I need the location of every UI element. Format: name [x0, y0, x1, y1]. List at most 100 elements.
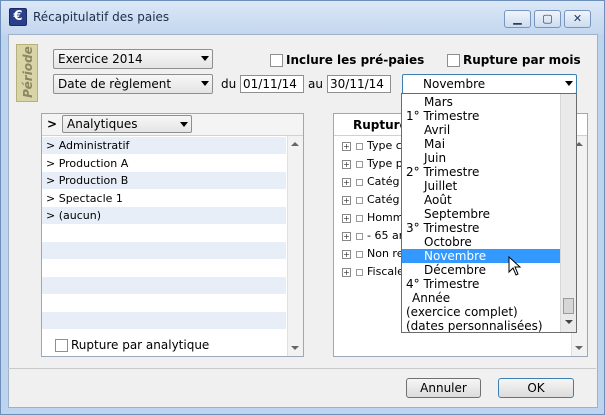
rupture-analytique-label: Rupture par analytique: [71, 338, 210, 352]
period-option[interactable]: 2° Trimestre: [402, 165, 560, 179]
period-option[interactable]: Novembre: [402, 249, 560, 263]
rupture-tree-item[interactable]: + Type c: [342, 137, 402, 155]
empty-row: [42, 277, 286, 294]
period-option[interactable]: Août: [402, 193, 560, 207]
analytique-item[interactable]: > (aucun): [42, 207, 286, 224]
close-icon: ✕: [572, 12, 583, 25]
chevron-down-icon: [201, 56, 209, 61]
empty-row: [42, 312, 286, 329]
rupture-tree-item[interactable]: + Fiscale: [342, 263, 404, 281]
dropdown-scrollbar[interactable]: [560, 94, 576, 332]
period-option[interactable]: (dates personnalisées): [402, 319, 560, 332]
maximize-icon: ▢: [542, 12, 553, 25]
expand-plus-icon[interactable]: +: [342, 249, 351, 259]
scroll-up-icon: [291, 142, 299, 146]
checkbox-icon[interactable]: [356, 196, 363, 204]
expand-plus-icon[interactable]: +: [342, 177, 351, 187]
period-option[interactable]: Avril: [402, 123, 560, 137]
period-option[interactable]: Septembre: [402, 207, 560, 221]
chevron-down-icon: [201, 81, 209, 86]
analytiques-panel: > Analytiques > Administratif > Productio…: [41, 113, 304, 357]
inclure-prepaies-checkbox[interactable]: [270, 54, 283, 67]
date-type-select[interactable]: Date de règlement: [53, 74, 213, 94]
rupture-tree-item[interactable]: + Type p: [342, 155, 403, 173]
checkbox-icon[interactable]: [356, 142, 363, 150]
rupture-analytique-checkbox[interactable]: [55, 339, 68, 352]
scroll-down-icon: [565, 320, 573, 324]
close-button[interactable]: ✕: [564, 10, 591, 28]
app-icon: €: [9, 8, 27, 26]
period-option[interactable]: Décembre: [402, 263, 560, 277]
rupture-tree-item[interactable]: + Catég: [342, 173, 399, 191]
rupture-mois-checkbox[interactable]: [447, 54, 460, 67]
date-type-value: Date de règlement: [58, 77, 172, 91]
rupture-tree-label: Fiscale: [367, 265, 404, 278]
period-option[interactable]: Octobre: [402, 235, 560, 249]
maximize-button[interactable]: ▢: [534, 10, 561, 28]
analytique-item[interactable]: > Production A: [42, 155, 286, 172]
checkbox-icon[interactable]: [356, 178, 363, 186]
rupture-tree-label: Type p: [367, 157, 403, 170]
chevron-down-icon: [180, 122, 188, 127]
rupture-tree-item[interactable]: + Catég: [342, 191, 399, 209]
du-label: du: [221, 77, 237, 91]
period-option[interactable]: 3° Trimestre: [402, 221, 560, 235]
rupture-mois-label: Rupture par mois: [463, 53, 581, 67]
analytique-item[interactable]: > Spectacle 1: [42, 190, 286, 207]
analytiques-select[interactable]: Analytiques: [62, 115, 192, 133]
period-option[interactable]: Juin: [402, 151, 560, 165]
period-option[interactable]: Juillet: [402, 179, 560, 193]
analytiques-scrollbar[interactable]: [287, 136, 303, 356]
au-label: au: [308, 77, 323, 91]
cancel-button[interactable]: Annuler: [406, 378, 481, 398]
analytique-item[interactable]: > Administratif: [42, 137, 286, 154]
analytiques-header: > Analytiques: [42, 114, 303, 136]
chevron-down-icon: [565, 81, 573, 86]
divider: [8, 368, 596, 369]
empty-row: [42, 242, 286, 259]
expand-plus-icon[interactable]: +: [342, 213, 351, 223]
period-select-value: Novembre: [423, 77, 486, 91]
rupture-tree-item[interactable]: + Non re: [342, 245, 403, 263]
minimize-button[interactable]: ▁: [504, 10, 531, 28]
period-option[interactable]: 4° Trimestre: [402, 277, 560, 291]
scroll-down-icon: [575, 346, 583, 350]
empty-row: [42, 295, 286, 312]
analytiques-select-value: Analytiques: [67, 117, 138, 131]
exercice-value: Exercice 2014: [58, 52, 143, 66]
date-to-input[interactable]: 30/11/14: [327, 75, 391, 93]
minimize-icon: ▁: [513, 12, 522, 25]
scroll-thumb[interactable]: [563, 298, 574, 314]
period-dropdown-list: Mars 1° Trimestre Avril Mai Juin 2° Trimestre…: [401, 93, 577, 333]
expand-plus-icon[interactable]: +: [342, 267, 351, 277]
empty-row: [42, 260, 286, 277]
expand-plus-icon[interactable]: +: [342, 141, 351, 151]
checkbox-icon[interactable]: [356, 214, 363, 222]
periode-label: Période: [16, 44, 38, 102]
scroll-down-icon: [291, 346, 299, 350]
analytique-item[interactable]: > Production B: [42, 172, 286, 189]
expand-plus-icon[interactable]: +: [342, 231, 351, 241]
rupture-tree-label: - 65 an: [367, 229, 406, 242]
rupture-tree-item[interactable]: + Homm: [342, 209, 403, 227]
period-option[interactable]: (exercice complet): [402, 305, 560, 319]
exercice-select[interactable]: Exercice 2014: [53, 49, 213, 69]
rupture-tree-item[interactable]: + - 65 an: [342, 227, 406, 245]
period-option[interactable]: Mars: [402, 95, 560, 109]
rupture-tree-label: Catég: [367, 175, 400, 188]
date-from-input[interactable]: 01/11/14: [240, 75, 304, 93]
title-bar: € Récapitulatif des paies ▁ ▢ ✕: [1, 1, 604, 35]
rupture-tree-label: Type c: [367, 139, 402, 152]
period-option[interactable]: Mai: [402, 137, 560, 151]
checkbox-icon[interactable]: [356, 250, 363, 258]
period-option[interactable]: 1° Trimestre: [402, 109, 560, 123]
period-select[interactable]: Novembre: [402, 74, 577, 94]
checkbox-icon[interactable]: [356, 232, 363, 240]
expand-plus-icon[interactable]: +: [342, 159, 351, 169]
checkbox-icon[interactable]: [356, 268, 363, 276]
period-option[interactable]: Année: [402, 291, 560, 305]
mouse-cursor-icon: [508, 256, 522, 276]
checkbox-icon[interactable]: [356, 160, 363, 168]
expand-plus-icon[interactable]: +: [342, 195, 351, 205]
ok-button[interactable]: OK: [498, 378, 574, 398]
